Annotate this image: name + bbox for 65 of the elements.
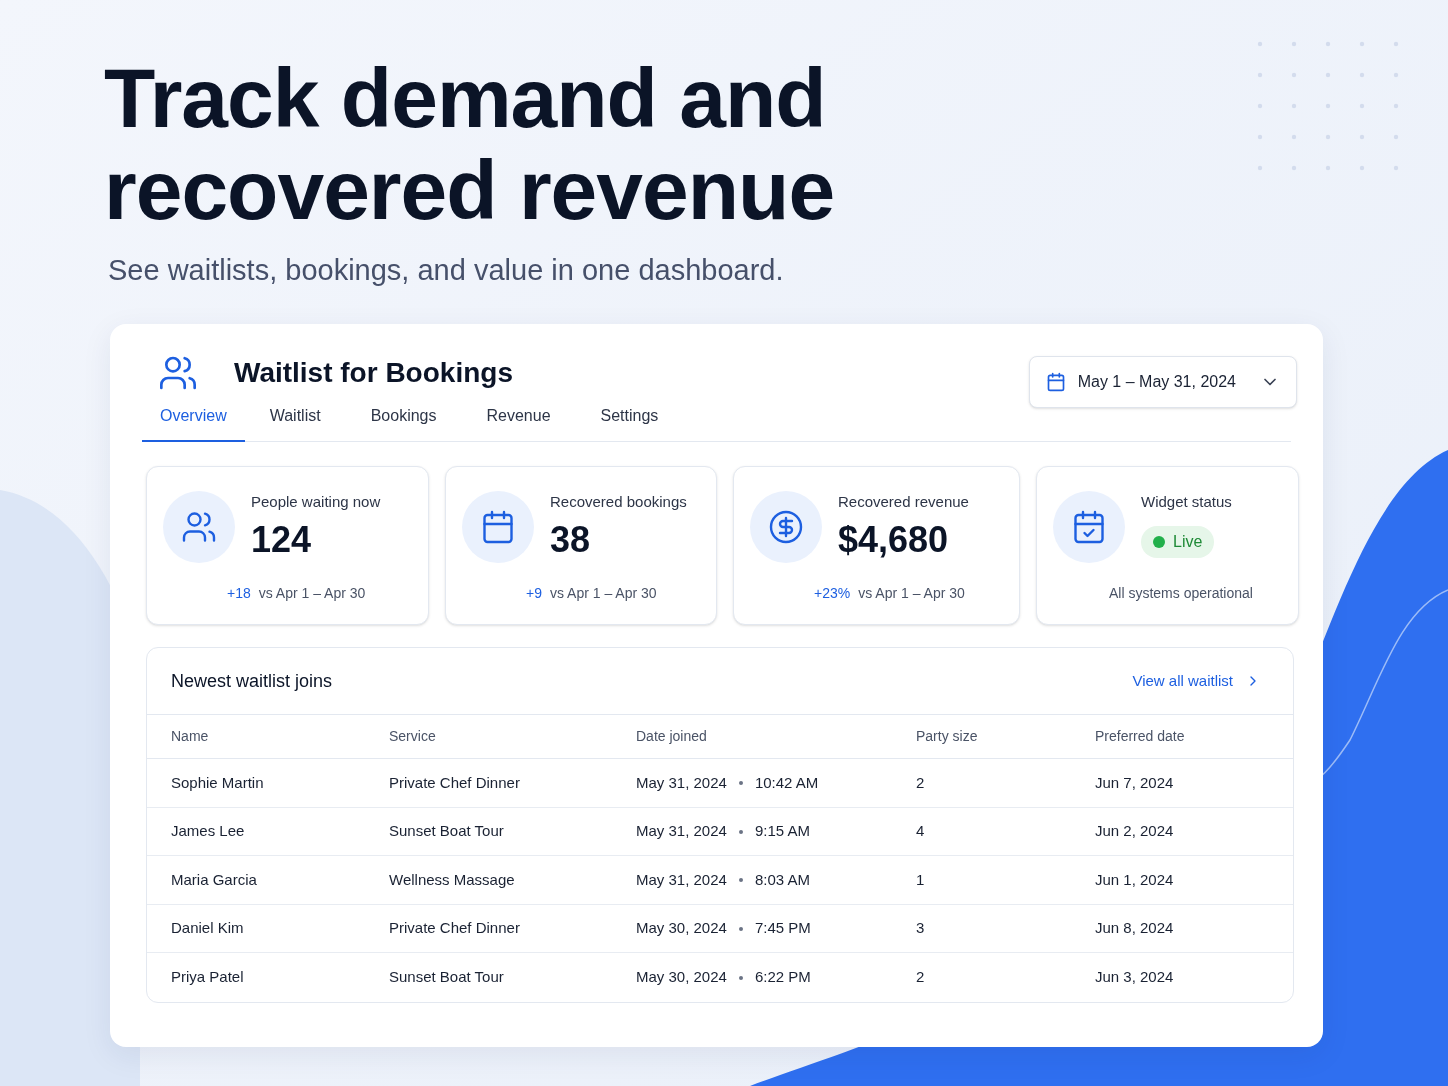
table-cell-text: May 30, 2024 [636,918,727,939]
table-cell-text: Private Chef Dinner [389,918,520,939]
table-cell-text: May 31, 2024 [636,869,727,890]
hero-subtitle: See waitlists, bookings, and value in one dashboard. [107,252,785,288]
stat-delta: +9 [526,584,542,604]
table-cell-text: Private Chef Dinner [389,772,520,793]
table-cell-text: Maria Garcia [171,869,257,890]
stat-delta: +18 [227,584,251,604]
table-cell-text: Wellness Massage [389,869,515,890]
stat-label: Recovered bookings [550,492,688,513]
table-cell-text: Jun 3, 2024 [1095,967,1174,988]
stat-label: Widget status [1141,492,1233,513]
table-cell-text: 6:22 PM [754,967,811,988]
tab[interactable]: Settings [575,404,684,443]
calendar-icon [1045,372,1066,393]
column-header: Name [171,727,209,747]
status-badge: Live [1141,525,1215,558]
calendar-check-icon [1071,509,1107,546]
tab[interactable]: Overview [142,404,245,443]
app-title: Waitlist for Bookings [234,356,513,391]
hero-title: Track demand and recovered revenue [104,52,836,237]
date-range-picker[interactable]: May 1 – May 31, 2024 [1028,356,1297,409]
table-cell-text: Sophie Martin [171,772,264,793]
table-cell-text: May 30, 2024 [636,967,727,988]
table-cell-text: Jun 7, 2024 [1095,772,1174,793]
tab[interactable]: Waitlist [244,404,346,443]
stat-value: 38 [550,521,592,558]
stat-comparison: vs Apr 1 – Apr 30 [858,584,965,604]
table-cell-text: Jun 8, 2024 [1095,918,1174,939]
table-cell-text: Daniel Kim [171,918,244,939]
stat-value: 124 [251,521,313,558]
column-header: Preferred date [1095,727,1185,747]
table-cell-text: James Lee [171,821,245,842]
table-cell-text: 4 [916,821,925,842]
table-cell-text: 8:03 AM [754,869,810,890]
dollar-icon [768,509,804,546]
table-cell-text: 10:42 AM [754,772,819,793]
table-cell-text: Sunset Boat Tour [389,821,504,842]
stat-delta: +23% [814,584,851,604]
stat-comparison: vs Apr 1 – Apr 30 [549,584,657,604]
calendar-icon [480,509,516,546]
column-header: Service [389,727,436,747]
stat-comparison: vs Apr 1 – Apr 30 [258,584,366,604]
table-title: Newest waitlist joins [171,669,333,693]
stat-label: People waiting now [251,492,382,513]
column-header: Date joined [636,727,707,747]
table-cell-text: May 31, 2024 [636,772,727,793]
table-cell-text: 9:15 AM [754,821,810,842]
stat-label: Recovered revenue [838,492,970,513]
table-cell-text: Jun 1, 2024 [1095,869,1174,890]
table-cell-text: 3 [916,918,925,939]
table-cell-text: Jun 2, 2024 [1095,821,1174,842]
table-cell-text: 2 [916,967,925,988]
tab[interactable]: Bookings [345,404,462,443]
table-cell-text: May 31, 2024 [636,821,727,842]
table-cell-text: 7:45 PM [754,918,811,939]
table-cell-text: Priya Patel [171,967,244,988]
status-note: All systems operational [1109,584,1254,604]
tab[interactable]: Revenue [461,404,576,443]
stat-value: $4,680 [838,521,950,558]
table-cell-text: 2 [916,772,925,793]
view-all-link[interactable]: View all waitlist [1132,670,1261,693]
table-cell-text: Sunset Boat Tour [389,967,504,988]
table-cell-text: 1 [916,869,925,890]
column-header: Party size [916,727,978,747]
